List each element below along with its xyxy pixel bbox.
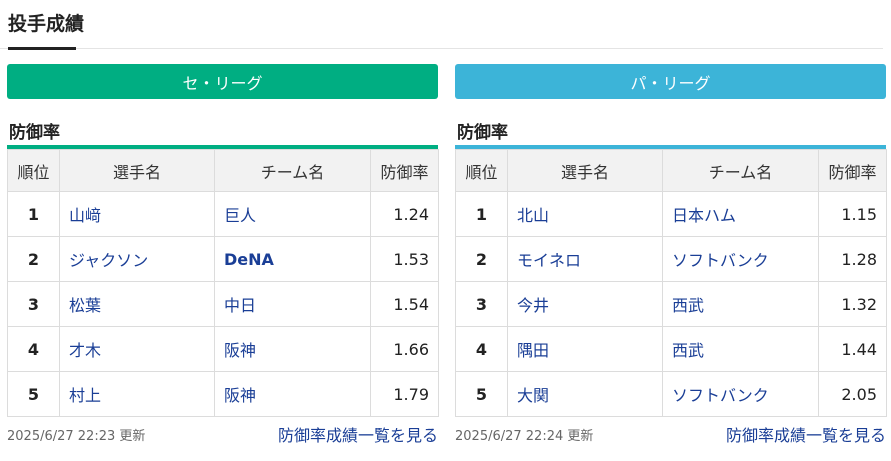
rank-cell: 4 (455, 326, 508, 372)
player-link[interactable]: 才木 (59, 326, 215, 372)
team-link[interactable]: ソフトバンク (662, 236, 819, 282)
title-underline (8, 47, 76, 50)
era-cell: 1.54 (370, 281, 439, 327)
table-row: 5 村上 阪神 1.79 (7, 371, 439, 417)
page-title: 投手成績 (8, 13, 85, 35)
rank-cell: 3 (7, 281, 60, 327)
table-row: 5 大関 ソフトバンク 2.05 (455, 371, 887, 417)
central-league-panel: セ・リーグ 防御率 順位 選手名 チーム名 防御率 1 山﨑 巨人 1.24 2… (7, 64, 439, 445)
central-league-tab[interactable]: セ・リーグ (7, 64, 438, 99)
team-link[interactable]: 西武 (662, 326, 819, 372)
team-link[interactable]: 阪神 (214, 326, 371, 372)
header-rank: 順位 (7, 149, 60, 192)
pacific-league-tab[interactable]: パ・リーグ (455, 64, 886, 99)
era-cell: 1.15 (818, 191, 887, 237)
player-link[interactable]: 大関 (507, 371, 663, 417)
era-cell: 1.28 (818, 236, 887, 282)
team-link[interactable]: 西武 (662, 281, 819, 327)
updated-timestamp: 2025/6/27 22:23 更新 (7, 428, 146, 444)
table-row: 3 松葉 中日 1.54 (7, 281, 439, 327)
player-link[interactable]: モイネロ (507, 236, 663, 282)
table-header-row: 順位 選手名 チーム名 防御率 (455, 149, 887, 192)
era-ranking-table: 順位 選手名 チーム名 防御率 1 山﨑 巨人 1.24 2 ジャクソン DeN… (7, 149, 439, 417)
table-header-row: 順位 選手名 チーム名 防御率 (7, 149, 439, 192)
player-link[interactable]: 隅田 (507, 326, 663, 372)
player-link[interactable]: 松葉 (59, 281, 215, 327)
rank-cell: 4 (7, 326, 60, 372)
era-cell: 1.24 (370, 191, 439, 237)
team-link[interactable]: ソフトバンク (662, 371, 819, 417)
table-row: 1 北山 日本ハム 1.15 (455, 191, 887, 237)
table-row: 1 山﨑 巨人 1.24 (7, 191, 439, 237)
era-section-title: 防御率 (9, 123, 60, 143)
era-cell: 1.32 (818, 281, 887, 327)
panel-footer: 2025/6/27 22:24 更新 防御率成績一覧を見る (455, 423, 886, 445)
era-cell: 1.44 (818, 326, 887, 372)
era-cell: 1.66 (370, 326, 439, 372)
header-team: チーム名 (214, 149, 371, 192)
table-row: 3 今井 西武 1.32 (455, 281, 887, 327)
table-row: 4 隅田 西武 1.44 (455, 326, 887, 372)
header-era: 防御率 (818, 149, 887, 192)
pacific-league-panel: パ・リーグ 防御率 順位 選手名 チーム名 防御率 1 北山 日本ハム 1.15… (455, 64, 887, 445)
rank-cell: 3 (455, 281, 508, 327)
player-link[interactable]: 今井 (507, 281, 663, 327)
era-cell: 1.79 (370, 371, 439, 417)
player-link[interactable]: ジャクソン (59, 236, 215, 282)
panel-footer: 2025/6/27 22:23 更新 防御率成績一覧を見る (7, 423, 438, 445)
player-link[interactable]: 山﨑 (59, 191, 215, 237)
view-all-era-link[interactable]: 防御率成績一覧を見る (278, 422, 438, 446)
table-row: 4 才木 阪神 1.66 (7, 326, 439, 372)
view-all-era-link[interactable]: 防御率成績一覧を見る (726, 422, 886, 446)
header-player: 選手名 (507, 149, 663, 192)
header-player: 選手名 (59, 149, 215, 192)
rank-cell: 2 (455, 236, 508, 282)
rank-cell: 2 (7, 236, 60, 282)
updated-timestamp: 2025/6/27 22:24 更新 (455, 428, 594, 444)
rank-cell: 1 (7, 191, 60, 237)
era-cell: 2.05 (818, 371, 887, 417)
era-cell: 1.53 (370, 236, 439, 282)
team-link[interactable]: DeNA (214, 236, 371, 282)
header-team: チーム名 (662, 149, 819, 192)
era-ranking-table: 順位 選手名 チーム名 防御率 1 北山 日本ハム 1.15 2 モイネロ ソフ… (455, 149, 887, 417)
table-row: 2 モイネロ ソフトバンク 1.28 (455, 236, 887, 282)
team-link[interactable]: 中日 (214, 281, 371, 327)
header-rank: 順位 (455, 149, 508, 192)
title-divider (0, 48, 883, 49)
era-section-title: 防御率 (457, 123, 508, 143)
header-era: 防御率 (370, 149, 439, 192)
player-link[interactable]: 村上 (59, 371, 215, 417)
team-link[interactable]: 日本ハム (662, 191, 819, 237)
rank-cell: 5 (455, 371, 508, 417)
team-link[interactable]: 巨人 (214, 191, 371, 237)
rank-cell: 5 (7, 371, 60, 417)
player-link[interactable]: 北山 (507, 191, 663, 237)
rank-cell: 1 (455, 191, 508, 237)
team-link[interactable]: 阪神 (214, 371, 371, 417)
table-row: 2 ジャクソン DeNA 1.53 (7, 236, 439, 282)
